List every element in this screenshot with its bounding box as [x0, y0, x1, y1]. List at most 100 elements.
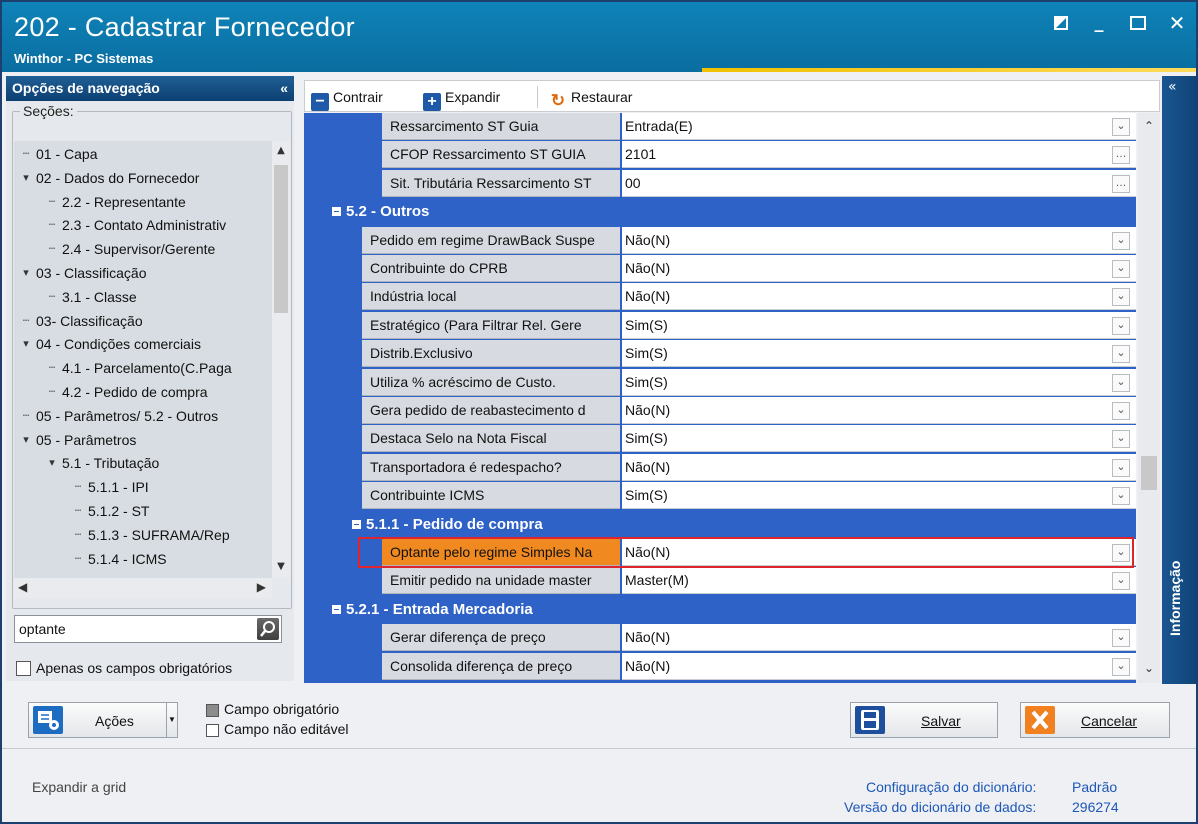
collapse-section-icon[interactable] [332, 207, 341, 217]
scroll-thumb[interactable] [274, 165, 288, 313]
tree-line: ┄ [74, 481, 82, 494]
chevron-down-icon[interactable]: ⌄ [1112, 402, 1130, 420]
chevron-down-icon[interactable]: ⌄ [1112, 231, 1130, 250]
dictionary-config-value[interactable]: Padrão [1072, 779, 1117, 795]
field-value-text: Sim(S) [625, 345, 668, 362]
grid-row[interactable]: Estratégico (Para Filtrar Rel. Gere Sim(S… [304, 311, 1136, 340]
grid-scroll-thumb[interactable] [1141, 456, 1157, 490]
grid-section-header[interactable]: 5.1.1 - Pedido de compra [304, 510, 1136, 539]
chevron-down-icon[interactable]: ▾ [46, 452, 58, 475]
actions-button[interactable]: Ações ▼ [28, 702, 178, 738]
field-value[interactable]: Não(N) ⌄ [622, 397, 1136, 424]
actions-dropdown-icon[interactable]: ▼ [166, 703, 177, 737]
tree-item-label: 5.1.3 - SUFRAMA/Rep [88, 526, 230, 543]
grid-section-title: 5.1.1 - Pedido de compra [366, 515, 543, 533]
chevron-down-icon[interactable]: ▾ [20, 333, 32, 356]
grid-row[interactable]: Utiliza % acréscimo de Custo. Sim(S) ⌄ [304, 368, 1136, 397]
grid-row[interactable]: Emitir pedido na unidade master Master(M)… [304, 567, 1136, 595]
collapse-section-icon[interactable] [352, 519, 361, 529]
scroll-left-icon[interactable]: ◀ [18, 580, 27, 594]
field-value[interactable]: Não(N) ⌄ [622, 226, 1136, 254]
minimize-icon[interactable]: _ [1090, 14, 1108, 32]
section-search-input[interactable]: optante [14, 615, 282, 643]
tree-line: ┄ [74, 505, 82, 517]
chevron-down-icon[interactable]: ⌄ [1112, 316, 1130, 335]
chevron-down-icon[interactable]: ⌄ [1112, 657, 1130, 676]
cancel-button[interactable]: Cancelar [1020, 702, 1170, 738]
field-value[interactable]: Não(N) ⌄ [622, 283, 1136, 311]
field-name: Consolida diferença de preço [382, 652, 620, 680]
grid-row[interactable]: Contribuinte do CPRB Não(N) ⌄ [304, 255, 1136, 283]
chevron-down-icon[interactable]: ⌄ [1112, 629, 1130, 648]
chevron-down-icon[interactable]: ⌄ [1112, 430, 1130, 449]
highlight-frame [358, 537, 1134, 568]
tree-vertical-scrollbar[interactable]: ▲ ▼ [272, 141, 290, 578]
tree-line: ┄ [48, 386, 56, 398]
grid-row[interactable]: Gerar diferença de preço Não(N) ⌄ [304, 624, 1136, 652]
collapse-button[interactable]: − Contrair [311, 87, 383, 111]
field-value[interactable]: Não(N) ⌄ [622, 652, 1136, 680]
restore-icon: ↻ [550, 91, 566, 110]
save-button[interactable]: Salvar [850, 702, 998, 738]
maximize-icon[interactable] [1130, 16, 1146, 30]
grid-row[interactable]: Indústria local Não(N) ⌄ [304, 283, 1136, 311]
tree-horizontal-scrollbar[interactable]: ◀ ▶ [14, 578, 272, 598]
chevron-down-icon[interactable]: ⌄ [1112, 487, 1130, 506]
field-value[interactable]: Não(N) ⌄ [622, 453, 1136, 481]
only-required-checkbox[interactable] [16, 661, 31, 676]
field-value[interactable]: Master(M) ⌄ [622, 567, 1136, 595]
restore-window-icon[interactable] [1054, 16, 1068, 30]
expand-button[interactable]: + Expandir [423, 87, 500, 111]
chevron-down-icon[interactable]: ⌄ [1112, 345, 1130, 364]
collapse-section-icon[interactable] [332, 604, 341, 614]
grid-scroll-down-icon[interactable]: ⌄ [1138, 661, 1160, 675]
info-panel-tab[interactable]: « Informação [1162, 76, 1196, 684]
scroll-right-icon[interactable]: ▶ [257, 580, 266, 594]
field-value[interactable]: Não(N) ⌄ [622, 255, 1136, 282]
grid-row[interactable]: Destaca Selo na Nota Fiscal Sim(S) ⌄ [304, 425, 1136, 453]
grid-row[interactable]: Ressarcimento ST Guia Entrada(E) ⌄ [304, 113, 1136, 141]
field-value[interactable]: Sim(S) ⌄ [622, 482, 1136, 510]
tree-line: ┄ [22, 148, 30, 160]
grid-row[interactable]: Sit. Tributária Ressarcimento ST 00… [304, 169, 1136, 198]
ellipsis-icon[interactable]: … [1112, 146, 1130, 165]
grid-section-header[interactable]: 5.2.1 - Entrada Mercadoria [304, 595, 1136, 624]
scroll-down-icon[interactable]: ▼ [272, 561, 290, 572]
chevron-down-icon[interactable]: ▾ [20, 262, 32, 285]
field-value[interactable]: 00… [622, 169, 1136, 197]
scroll-up-icon[interactable]: ▲ [272, 145, 290, 156]
restore-button[interactable]: ↻ Restaurar [549, 87, 633, 110]
grid-section-header[interactable]: 5.2 - Outros [304, 198, 1136, 227]
chevron-down-icon[interactable]: ⌄ [1112, 260, 1130, 278]
grid-scroll-up-icon[interactable]: ⌃ [1138, 119, 1160, 133]
field-value[interactable]: 2101… [622, 141, 1136, 169]
chevron-down-icon[interactable]: ▾ [20, 167, 32, 190]
ellipsis-icon[interactable]: … [1112, 174, 1130, 193]
grid-row[interactable]: Distrib.Exclusivo Sim(S) ⌄ [304, 340, 1136, 368]
minus-icon: − [311, 93, 329, 111]
grid-row[interactable]: Transportadora é redespacho? Não(N) ⌄ [304, 453, 1136, 482]
chevron-down-icon[interactable]: ⌄ [1112, 288, 1130, 307]
chevron-down-icon[interactable]: ⌄ [1112, 373, 1130, 392]
grid-row[interactable]: Pedido em regime DrawBack Suspe Não(N) ⌄ [304, 226, 1136, 255]
chevron-down-icon[interactable]: ⌄ [1112, 118, 1130, 136]
chevron-down-icon[interactable]: ▾ [20, 429, 32, 452]
search-button[interactable] [257, 618, 279, 640]
field-value[interactable]: Sim(S) ⌄ [622, 311, 1136, 339]
field-value[interactable]: Sim(S) ⌄ [622, 425, 1136, 453]
field-value[interactable]: Sim(S) ⌄ [622, 340, 1136, 368]
field-value[interactable]: Não(N) ⌄ [622, 624, 1136, 652]
expand-info-icon[interactable]: « [1168, 79, 1177, 95]
chevron-down-icon[interactable]: ⌄ [1112, 572, 1130, 591]
grid-row[interactable]: CFOP Ressarcimento ST GUIA 2101… [304, 141, 1136, 169]
grid-row[interactable]: Gera pedido de reabastecimento d Não(N) ⌄ [304, 397, 1136, 425]
grid-row[interactable]: Contribuinte ICMS Sim(S) ⌄ [304, 482, 1136, 510]
grid-vertical-scrollbar[interactable]: ⌃ ⌄ [1138, 113, 1160, 683]
field-value[interactable]: Sim(S) ⌄ [622, 368, 1136, 396]
chevron-down-icon[interactable]: ⌄ [1112, 458, 1130, 477]
grid-row[interactable]: Consolida diferença de preço Não(N) ⌄ [304, 652, 1136, 681]
field-value[interactable]: Entrada(E) ⌄ [622, 113, 1136, 140]
tree-item-label: 5.1.1 - IPI [88, 479, 149, 496]
close-icon[interactable]: ✕ [1168, 13, 1186, 33]
collapse-navigation-icon[interactable]: « [280, 76, 288, 101]
